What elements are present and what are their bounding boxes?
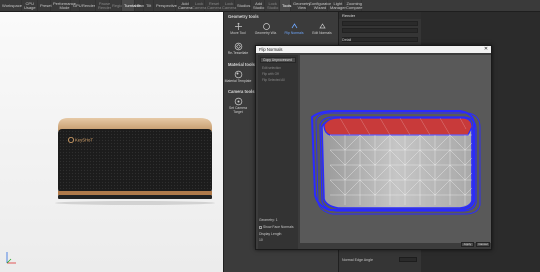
geometry-tool-button[interactable]: Geometry Wiz. <box>252 21 280 37</box>
toolbar-item[interactable]: Turntable <box>122 0 141 11</box>
material-template-label: Material Template <box>224 78 252 83</box>
properties-field-3[interactable] <box>342 37 418 42</box>
dialog-titlebar[interactable]: Flip Normals ✕ <box>256 46 491 53</box>
toolbar-item[interactable]: Perspective <box>154 0 177 11</box>
toolbar-item[interactable]: Zooming Compare <box>344 0 362 11</box>
mesh-preview <box>310 110 481 215</box>
toolbar-item[interactable]: Add Studio <box>251 0 265 11</box>
geometry-tool-button[interactable]: Flip Normals <box>280 21 308 37</box>
move-icon <box>234 22 243 31</box>
toolbar-item[interactable]: Lock Camera <box>220 0 236 11</box>
checkbox-icon <box>259 225 262 229</box>
toolbar-item[interactable]: GPU <box>71 0 82 11</box>
normal-edge-angle-input[interactable] <box>399 257 417 262</box>
toolbar-item[interactable]: Performance Mode <box>51 0 76 11</box>
geometry-tools-title: Geometry tools <box>228 14 259 19</box>
keyshot-window: Workspace CPU Usage Preset Performance Mode… <box>0 0 540 272</box>
set-camera-target-button[interactable]: Set Camera Target <box>224 96 252 116</box>
apply-button[interactable]: Apply <box>461 242 474 247</box>
properties-field-2[interactable] <box>342 28 418 33</box>
show-face-normals-checkbox[interactable]: Show Face Normals <box>259 225 294 229</box>
geometry-tool-button[interactable]: Edit Normals <box>308 21 336 37</box>
dialog-fields: Edit selection Flip with Off Flip Selected… <box>258 65 298 83</box>
show-face-normals-label: Show Face Normals <box>263 225 294 229</box>
cancel-button[interactable]: Cancel <box>476 242 490 247</box>
toolbar-item[interactable]: Region <box>110 0 125 11</box>
close-icon[interactable]: ✕ <box>482 46 490 52</box>
flip-normals-dialog: Flip Normals ✕ Copy Unprocessed Edit sel… <box>255 45 492 250</box>
detail-section-label: Detail <box>342 38 352 42</box>
toolbar-item[interactable]: Light Manager <box>328 0 346 11</box>
geometry-tool-label: Edit Normals <box>312 31 332 35</box>
display-length-value[interactable]: 10 <box>259 238 263 242</box>
properties-field-1[interactable] <box>342 21 418 26</box>
toolbar-item[interactable]: Tools <box>280 0 291 11</box>
material-template-icon <box>234 70 243 79</box>
geometry-icon <box>262 22 271 31</box>
edit-normals-icon <box>318 22 327 31</box>
speaker-logo-text: KeySHoT <box>75 138 93 143</box>
geometry-tool-label: Geometry Wiz. <box>254 31 278 35</box>
geometry-tool-button[interactable]: Move Tool <box>224 21 252 37</box>
copy-unprocessed-button[interactable]: Copy Unprocessed <box>260 57 296 63</box>
retessellate-icon <box>234 42 243 51</box>
dialog-field-label: Flip Selected All <box>262 78 285 82</box>
toolbar-item[interactable]: Geometry View <box>291 0 311 11</box>
toolbar-item[interactable]: Pan <box>135 0 144 11</box>
normal-edge-angle-label: Normal Edge Angle <box>342 258 373 262</box>
toolbar-item[interactable]: Workspace <box>0 0 22 11</box>
geometry-tool-label: Move Tool <box>230 31 246 35</box>
geometry-count-label: Geometry: 1 <box>259 218 278 222</box>
geometry-tools-row: Move Tool Geometry Wiz. Flip Normals Edit N… <box>224 21 338 37</box>
toolbar-item[interactable]: Render <box>80 0 96 11</box>
toolbar-item[interactable]: Tilt <box>144 0 154 11</box>
speaker-model: KeySHoT <box>55 118 215 205</box>
axis-gizmo-icon <box>6 252 16 264</box>
flip-normals-icon <box>290 22 299 31</box>
normals-preview-viewport[interactable] <box>300 55 491 243</box>
render-viewport[interactable]: KeySHoT <box>0 12 223 272</box>
toolbar-item[interactable]: Lock Studio <box>265 0 280 11</box>
set-camera-target-label: Set Camera Target <box>228 106 248 115</box>
geometry-tool-label: Flip Normals <box>284 31 304 35</box>
toolbar-item[interactable]: Lock Camera <box>190 0 206 11</box>
main-toolbar: Workspace CPU Usage Preset Performance Mode… <box>0 0 540 12</box>
toolbar-item[interactable]: Pause Render <box>96 0 111 11</box>
material-template-button[interactable]: Material Template <box>224 69 252 85</box>
toolbar-item[interactable]: Configurator Wizard <box>307 0 331 11</box>
properties-header: Render <box>339 12 421 19</box>
toolbar-item[interactable]: CPU Usage <box>22 0 38 11</box>
retessellate-label: Re-Tessellate <box>227 50 249 55</box>
toolbar-item[interactable]: Studios <box>235 0 251 11</box>
camera-target-icon <box>234 97 243 106</box>
toolbar-item[interactable]: Add Camera <box>176 0 192 11</box>
retessellate-button[interactable]: Re-Tessellate <box>224 41 252 57</box>
toolbar-item[interactable]: Preset <box>38 0 52 11</box>
dialog-title: Flip Normals <box>259 47 283 52</box>
toolbar-item[interactable]: Reset Camera <box>205 0 221 11</box>
display-length-label: Display Length <box>259 232 282 236</box>
